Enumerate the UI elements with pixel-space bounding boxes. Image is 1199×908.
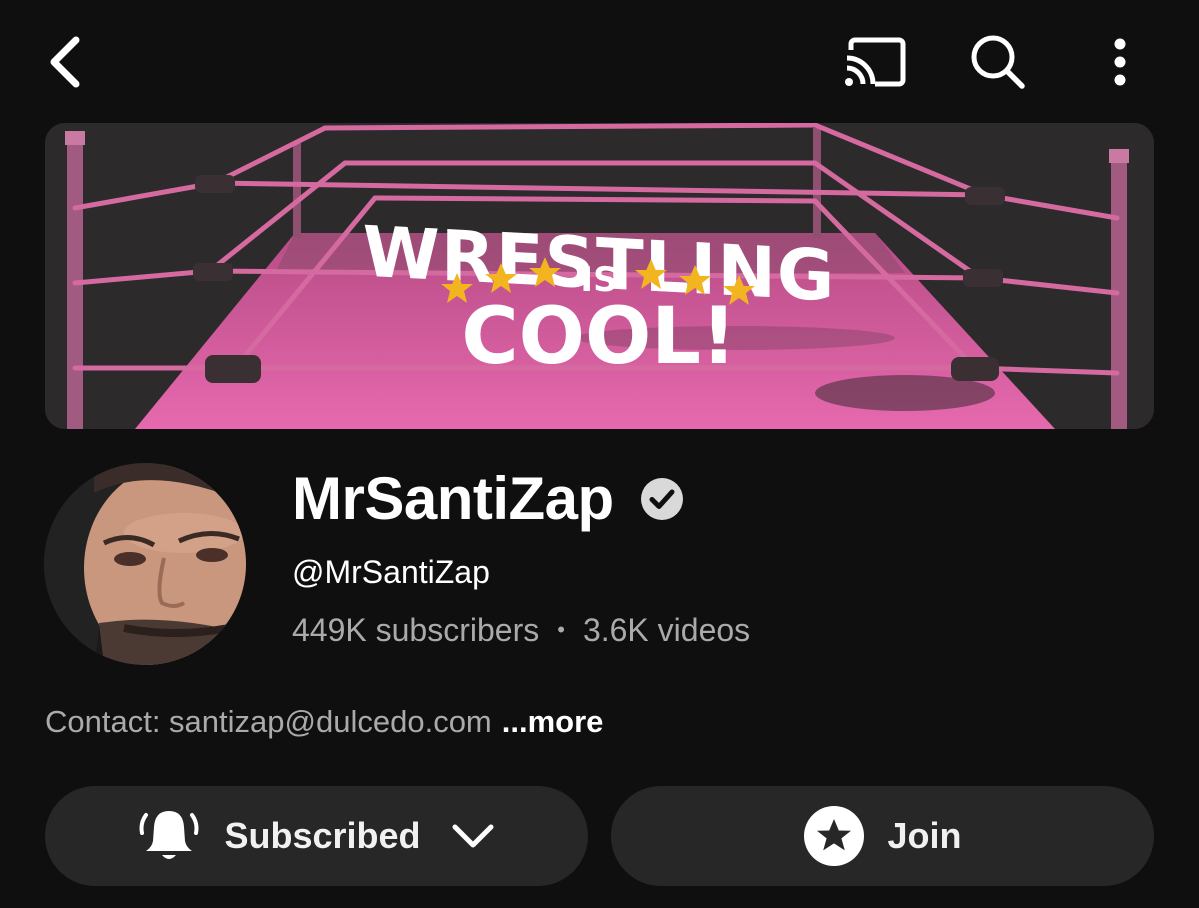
video-count: 3.6K videos	[582, 612, 751, 648]
bell-icon	[138, 805, 200, 867]
subscriber-count: 449K subscribers	[292, 612, 540, 648]
channel-description[interactable]: Contact: santizap@dulcedo.com ...more	[45, 702, 603, 742]
channel-page: WRESTLING IS COOL! MrSantiZap @MrSantiZa…	[0, 0, 1199, 908]
channel-stats: 449K subscribers • 3.6K videos	[292, 610, 750, 650]
back-button[interactable]	[34, 30, 94, 94]
channel-name-row: MrSantiZap	[292, 466, 686, 532]
more-vertical-icon	[1114, 38, 1126, 86]
chevron-left-icon	[50, 36, 80, 88]
description-text: Contact: santizap@dulcedo.com	[45, 704, 492, 739]
join-button[interactable]: Join	[611, 786, 1154, 886]
join-label: Join	[887, 815, 962, 856]
channel-name: MrSantiZap	[292, 465, 614, 532]
cast-icon	[845, 37, 906, 87]
banner-title-line3: COOL!	[461, 292, 736, 382]
description-more-link[interactable]: ...more	[502, 704, 604, 739]
channel-avatar[interactable]	[44, 463, 246, 665]
verified-check-icon	[638, 475, 686, 523]
stats-separator: •	[557, 617, 565, 642]
star-badge-icon	[803, 805, 865, 867]
channel-handle: @MrSantiZap	[292, 554, 490, 590]
channel-banner: WRESTLING IS COOL!	[45, 123, 1154, 429]
chevron-down-icon	[451, 822, 495, 850]
more-options-button[interactable]	[1092, 30, 1148, 94]
avatar-image	[44, 463, 246, 665]
subscribed-button[interactable]: Subscribed	[45, 786, 588, 886]
subscribed-label: Subscribed	[224, 815, 421, 856]
wrestling-ring-illustration: WRESTLING IS COOL!	[45, 123, 1154, 429]
search-button[interactable]	[962, 30, 1034, 94]
cast-button[interactable]	[838, 30, 910, 94]
search-icon	[971, 35, 1025, 89]
